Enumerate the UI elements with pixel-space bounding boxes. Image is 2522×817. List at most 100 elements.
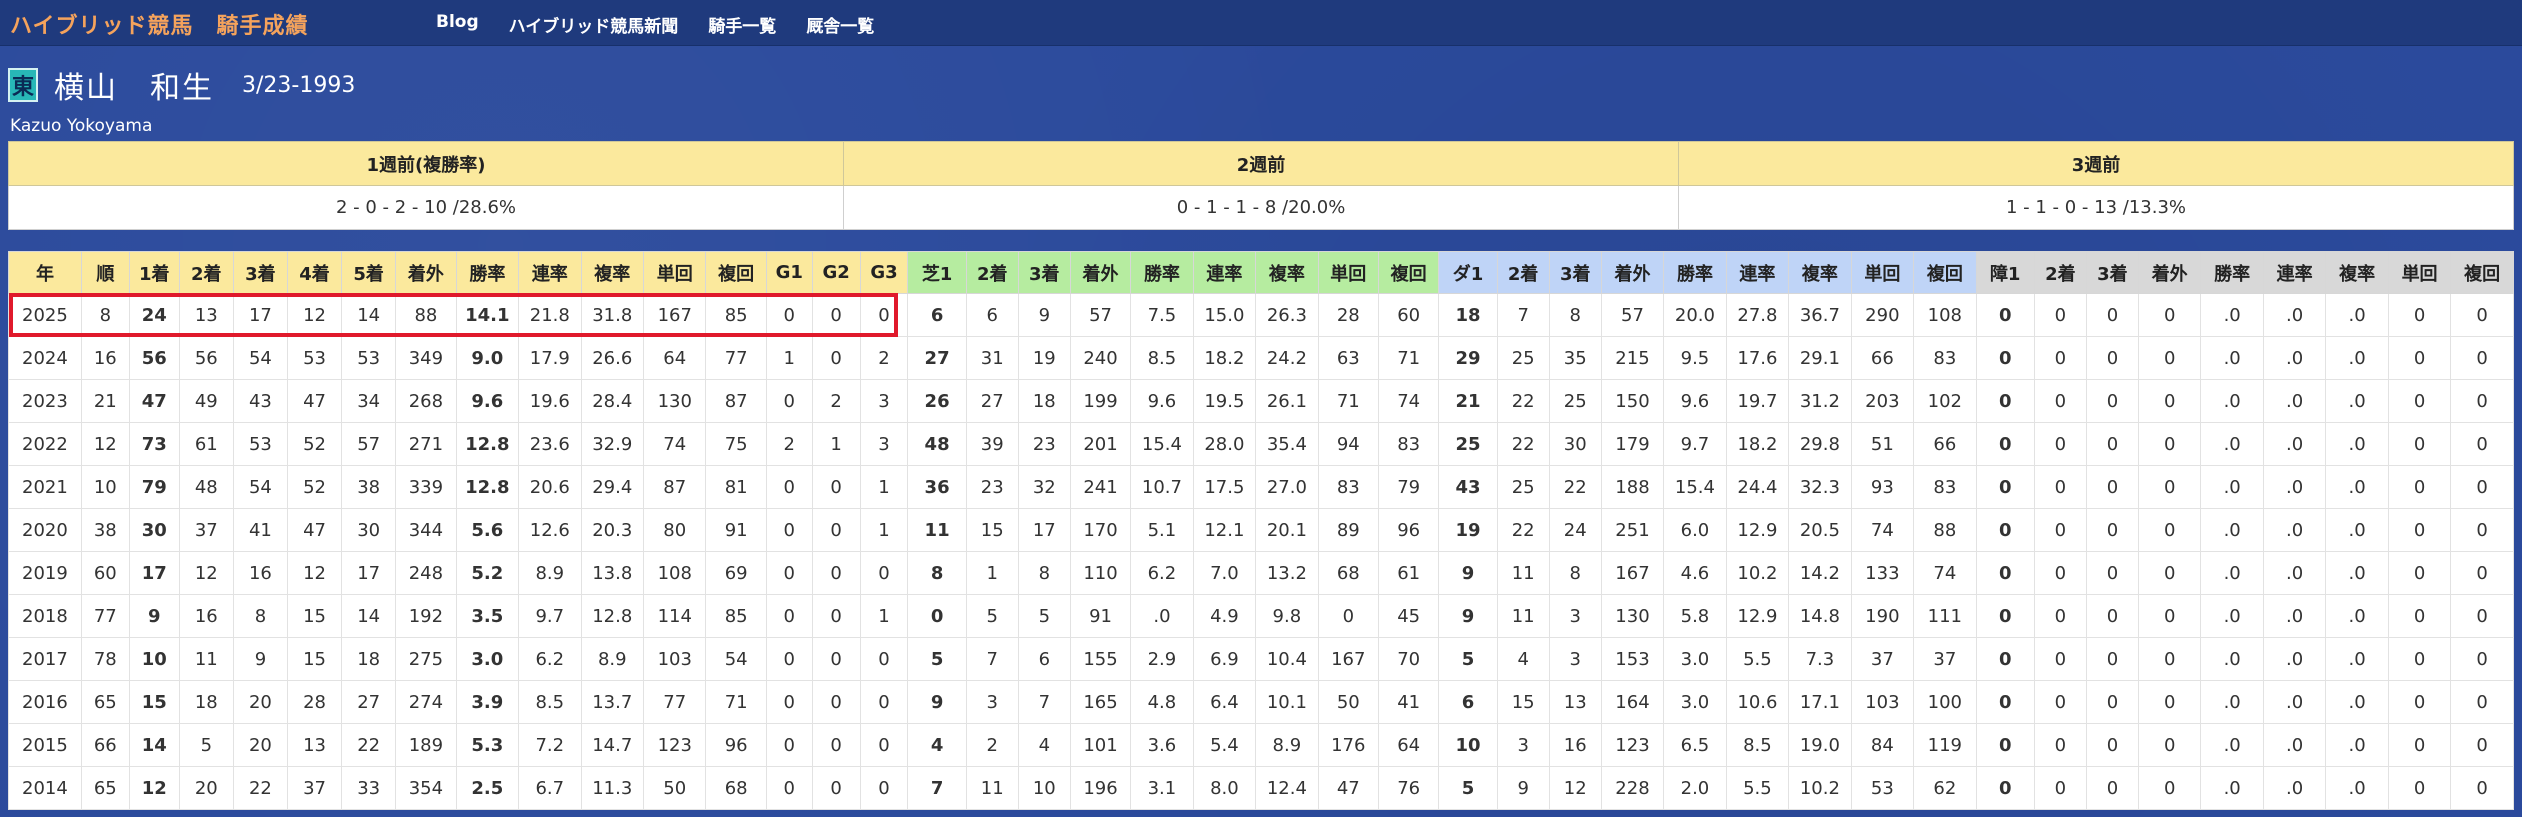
stat-cell: 9.0 bbox=[455, 336, 520, 380]
column-header[interactable]: 3着 bbox=[232, 251, 288, 294]
stat-cell: 5.3 bbox=[455, 723, 520, 767]
nav-link-jockey-list[interactable]: 騎手一覧 bbox=[708, 12, 776, 37]
stat-cell: 0 bbox=[2387, 379, 2452, 423]
column-header[interactable]: 4着 bbox=[286, 251, 343, 294]
column-header[interactable]: 複率 bbox=[1255, 251, 1319, 294]
stat-cell: 0 bbox=[2387, 637, 2452, 681]
stat-cell: 0 bbox=[2450, 465, 2514, 509]
stat-cell: 103 bbox=[643, 637, 707, 681]
column-header[interactable]: 連率 bbox=[518, 251, 582, 294]
stat-cell: 39 bbox=[965, 422, 1019, 466]
stat-cell: 0 bbox=[2033, 508, 2087, 552]
nav-link-stable-list[interactable]: 厩舎一覧 bbox=[806, 12, 874, 37]
column-header[interactable]: 着外 bbox=[2137, 251, 2202, 294]
stat-cell: 0 bbox=[2137, 293, 2202, 337]
column-header[interactable]: 連率 bbox=[1725, 251, 1790, 294]
column-header[interactable]: 芝1 bbox=[907, 251, 967, 294]
stat-cell: 0 bbox=[2033, 637, 2087, 681]
column-header[interactable]: 単回 bbox=[1850, 251, 1915, 294]
stat-cell: 32.9 bbox=[580, 422, 645, 466]
column-header[interactable]: 複率 bbox=[2325, 251, 2389, 294]
stat-cell: 68 bbox=[705, 766, 767, 810]
stat-cell: 3.1 bbox=[1130, 766, 1194, 810]
column-header[interactable]: 勝率 bbox=[2200, 251, 2264, 294]
year-cell: 2024 bbox=[8, 336, 82, 380]
table-row: 2021 10 79 48 54 52 38 339 12.8 20.6 29.4 87 81 0 0 1 36… bbox=[8, 465, 2514, 509]
column-header[interactable]: 着外 bbox=[1600, 251, 1665, 294]
affiliation-badge: 東 bbox=[8, 68, 38, 102]
nav-link-newspaper[interactable]: ハイブリッド競馬新聞 bbox=[509, 12, 679, 37]
stat-cell: 0 bbox=[2085, 551, 2139, 595]
column-header[interactable]: 着外 bbox=[395, 251, 457, 294]
site-brand[interactable]: ハイブリッド競馬 騎手成績 bbox=[10, 8, 309, 40]
stat-cell: 8.9 bbox=[580, 637, 645, 681]
column-header[interactable]: 1着 bbox=[128, 251, 180, 294]
column-header[interactable]: 連率 bbox=[1192, 251, 1257, 294]
column-header[interactable]: 障1 bbox=[1975, 251, 2035, 294]
nav-link-blog[interactable]: Blog bbox=[436, 12, 479, 37]
column-header[interactable]: 2着 bbox=[1496, 251, 1550, 294]
column-header[interactable]: 2着 bbox=[178, 251, 234, 294]
stat-cell: 1 bbox=[811, 422, 861, 466]
stat-cell: 3 bbox=[965, 680, 1019, 724]
stat-cell: 0 bbox=[811, 293, 861, 337]
column-header[interactable]: 連率 bbox=[2262, 251, 2327, 294]
stat-cell: 37 bbox=[286, 766, 343, 810]
column-header[interactable]: 年 bbox=[8, 251, 82, 294]
column-header[interactable]: G2 bbox=[811, 251, 861, 294]
column-header[interactable]: 2着 bbox=[2033, 251, 2087, 294]
column-header[interactable]: ダ1 bbox=[1438, 251, 1498, 294]
stat-cell: .0 bbox=[2325, 379, 2389, 423]
column-header[interactable]: 順 bbox=[80, 251, 130, 294]
stat-cell: 64 bbox=[1377, 723, 1440, 767]
stat-cell: 93 bbox=[1850, 465, 1915, 509]
stat-cell: 63 bbox=[1317, 336, 1379, 380]
stat-cell: 17 bbox=[232, 293, 288, 337]
stat-cell: 9.6 bbox=[1130, 379, 1194, 423]
column-header[interactable]: 複率 bbox=[580, 251, 645, 294]
column-header[interactable]: 着外 bbox=[1069, 251, 1132, 294]
stat-cell: 21.8 bbox=[518, 293, 582, 337]
column-header[interactable]: 複回 bbox=[1913, 251, 1977, 294]
column-header[interactable]: 単回 bbox=[2387, 251, 2452, 294]
stat-cell: 30 bbox=[1548, 422, 1602, 466]
column-header[interactable]: 3着 bbox=[2085, 251, 2139, 294]
stat-cell: 5 bbox=[907, 637, 967, 681]
stat-cell: 26.6 bbox=[580, 336, 645, 380]
stat-cell: 7 bbox=[965, 637, 1019, 681]
stat-cell: 13.7 bbox=[580, 680, 645, 724]
year-cell: 2023 bbox=[8, 379, 82, 423]
stat-cell: 176 bbox=[1317, 723, 1379, 767]
stat-cell: 0 bbox=[2085, 594, 2139, 638]
column-header[interactable]: 2着 bbox=[965, 251, 1019, 294]
column-header[interactable]: 単回 bbox=[643, 251, 707, 294]
column-header[interactable]: 複回 bbox=[2450, 251, 2514, 294]
stat-cell: 108 bbox=[1913, 293, 1977, 337]
column-header[interactable]: 複回 bbox=[1377, 251, 1440, 294]
column-header[interactable]: G3 bbox=[859, 251, 909, 294]
column-header[interactable]: G1 bbox=[765, 251, 813, 294]
stat-cell: 0 bbox=[2450, 680, 2514, 724]
column-header[interactable]: 単回 bbox=[1317, 251, 1379, 294]
column-header[interactable]: 3着 bbox=[1548, 251, 1602, 294]
stat-cell: 7.0 bbox=[1192, 551, 1257, 595]
stat-cell: 153 bbox=[1600, 637, 1665, 681]
column-header[interactable]: 複率 bbox=[1788, 251, 1852, 294]
stat-cell: 12.6 bbox=[518, 508, 582, 552]
column-header[interactable]: 勝率 bbox=[1663, 251, 1727, 294]
stat-cell: 5.6 bbox=[455, 508, 520, 552]
stat-cell: 8.5 bbox=[1130, 336, 1194, 380]
column-header[interactable]: 5着 bbox=[341, 251, 397, 294]
column-header[interactable]: 3着 bbox=[1017, 251, 1071, 294]
stat-cell: 0 bbox=[765, 465, 813, 509]
column-header[interactable]: 勝率 bbox=[1130, 251, 1194, 294]
column-header[interactable]: 複回 bbox=[705, 251, 767, 294]
stat-cell: 68 bbox=[1317, 551, 1379, 595]
stat-cell: 6.7 bbox=[518, 766, 582, 810]
stat-cell: 0 bbox=[859, 680, 909, 724]
stat-cell: 6 bbox=[1017, 637, 1071, 681]
stat-cell: 15 bbox=[965, 508, 1019, 552]
column-header[interactable]: 勝率 bbox=[455, 251, 520, 294]
stat-cell: 41 bbox=[232, 508, 288, 552]
stat-cell: 9.6 bbox=[455, 379, 520, 423]
